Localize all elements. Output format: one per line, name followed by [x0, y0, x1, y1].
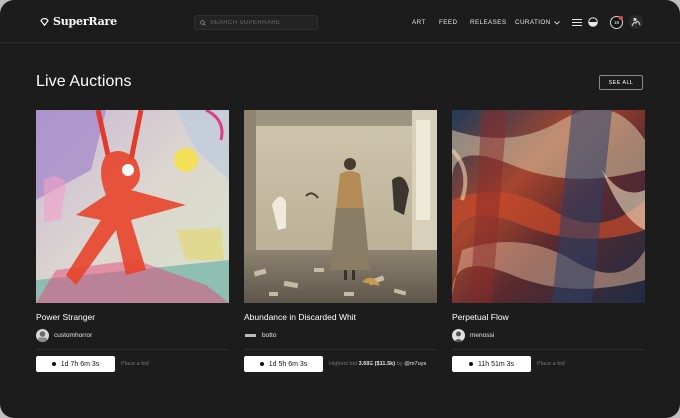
auction-timer[interactable]: 11h 51m 3s [452, 356, 531, 372]
search-icon [200, 19, 206, 26]
timer-text: 1d 5h 6m 3s [268, 360, 308, 368]
hamburger-menu-icon[interactable] [572, 19, 582, 26]
nav-feed[interactable]: FEED [439, 19, 457, 26]
artwork-title[interactable]: Abundance in Discarded Whit [244, 312, 356, 322]
live-dot-icon [259, 362, 264, 366]
notification-count: 18 [613, 20, 619, 25]
timer-text: 1d 7h 6m 3s [60, 360, 100, 368]
app-window: SuperRare ART FEED RELEASES CURATION [0, 0, 680, 418]
section-title: Live Auctions [36, 73, 132, 90]
bid-usd: ($11.5k) [374, 361, 396, 367]
see-all-button[interactable]: SEE ALL [599, 75, 643, 90]
nav-releases[interactable]: RELEASES [470, 19, 506, 26]
auction-card[interactable]: Power Stranger customhorror 1d 7h 6m 3s … [36, 110, 229, 372]
artist-name: menossi [470, 332, 495, 339]
notification-dot [619, 16, 623, 20]
card-divider [452, 349, 645, 350]
search-input[interactable] [210, 19, 310, 26]
theme-toggle-icon[interactable] [588, 17, 598, 27]
top-header: SuperRare ART FEED RELEASES CURATION [0, 0, 680, 43]
nav-curation[interactable]: CURATION [515, 19, 560, 26]
artist-avatar [452, 329, 465, 342]
artist-avatar [36, 329, 49, 342]
logo-text: SuperRare [53, 15, 117, 28]
bidder-link[interactable]: @m7uys [404, 361, 426, 367]
place-bid-link[interactable]: Place a bid [121, 361, 149, 367]
diamond-logo-icon [40, 17, 49, 26]
auction-card[interactable]: Abundance in Discarded Whit botto 1d 5h … [244, 110, 437, 372]
user-avatar[interactable] [629, 15, 643, 29]
bid-by: by [396, 361, 403, 367]
bid-label: Highest bid [329, 361, 357, 367]
highest-bid-info: Highest bid 3.69Ξ ($11.5k) by @m7uys [329, 361, 426, 367]
card-divider [244, 349, 437, 350]
search-box[interactable] [194, 15, 318, 30]
artwork-image[interactable] [36, 110, 229, 303]
artist-link[interactable]: botto [244, 329, 276, 342]
notifications-avatar[interactable]: 18 [610, 16, 623, 29]
artist-name: botto [262, 332, 277, 339]
artwork-title[interactable]: Perpetual Flow [452, 312, 509, 322]
auction-timer[interactable]: 1d 7h 6m 3s [36, 356, 115, 372]
place-bid-link[interactable]: Place a bid [537, 361, 565, 367]
card-divider [36, 349, 229, 350]
auction-timer[interactable]: 1d 5h 6m 3s [244, 356, 323, 372]
timer-text: 11h 51m 3s [477, 360, 515, 368]
live-dot-icon [51, 362, 56, 366]
artist-name: customhorror [54, 332, 93, 339]
nav-curation-label: CURATION [515, 19, 551, 26]
auction-card[interactable]: Perpetual Flow menossi 11h 51m 3s Place … [452, 110, 645, 372]
artwork-image[interactable] [452, 110, 645, 303]
bid-amount: 3.69Ξ [358, 361, 374, 367]
artwork-title[interactable]: Power Stranger [36, 312, 95, 322]
artwork-image[interactable] [244, 110, 437, 303]
chevron-down-icon [553, 20, 560, 25]
artist-link[interactable]: customhorror [36, 329, 92, 342]
artist-avatar [244, 329, 257, 342]
superrare-logo[interactable]: SuperRare [40, 15, 117, 28]
artist-link[interactable]: menossi [452, 329, 494, 342]
live-dot-icon [468, 362, 473, 366]
